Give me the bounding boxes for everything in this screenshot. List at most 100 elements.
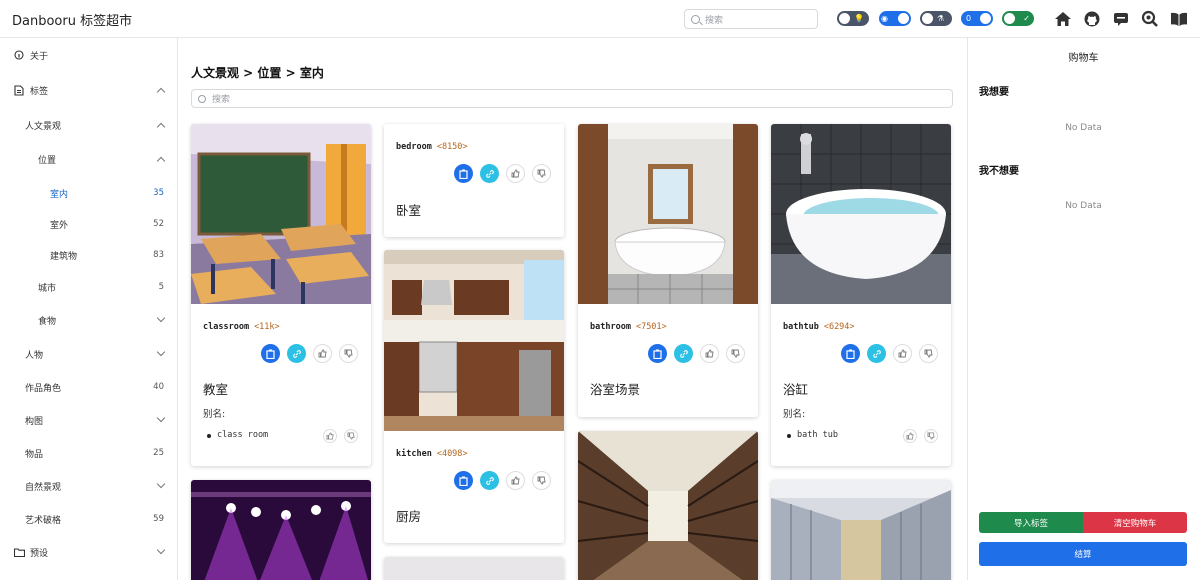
tag-search-input[interactable]: 搜索 — [191, 89, 953, 108]
sidebar-item-label: 人文景观 — [25, 121, 62, 132]
sidebar-item-outdoor[interactable]: 室外 52 — [0, 214, 178, 234]
toggle-knob — [1004, 13, 1015, 24]
chevron-down-icon — [156, 413, 166, 423]
like-button[interactable] — [506, 164, 525, 183]
sidebar-item-about[interactable]: 关于 — [0, 45, 178, 65]
lockers-image — [771, 480, 951, 580]
github-icon[interactable] — [1083, 10, 1101, 28]
tag-card-bathroom: bathroom <7501> 浴室场景 — [578, 124, 758, 417]
classroom-image — [191, 124, 371, 304]
card-actions — [454, 164, 551, 183]
alias-dislike-button[interactable] — [344, 429, 358, 443]
eye-toggle[interactable]: ◉ — [879, 11, 911, 26]
checkout-button[interactable]: 结算 — [979, 542, 1187, 566]
alias-item: class room — [206, 430, 269, 440]
sidebar-item-humanities[interactable]: 人文景观 — [0, 115, 178, 135]
thumbs-down-icon — [731, 349, 740, 358]
sidebar-item-composition[interactable]: 构图 — [0, 410, 178, 430]
thumbs-down-icon — [347, 432, 355, 440]
sidebar-item-characters[interactable]: 作品角色 40 — [0, 377, 178, 397]
bathtub-image — [771, 124, 951, 304]
dislike-button[interactable] — [532, 471, 551, 490]
tag-chinese-name: 厨房 — [396, 509, 422, 524]
chevron-up-icon — [156, 87, 166, 97]
clipboard-icon — [266, 349, 275, 359]
thumbs-up-icon — [511, 476, 520, 485]
link-button[interactable] — [480, 164, 499, 183]
sidebar-item-location[interactable]: 位置 — [0, 149, 178, 169]
tag-count: <11k> — [254, 322, 280, 332]
sidebar-item-label: 城市 — [38, 283, 57, 294]
copy-button[interactable] — [841, 344, 860, 363]
sidebar-item-people[interactable]: 人物 — [0, 344, 178, 364]
import-tags-button[interactable]: 导入标签 — [979, 512, 1083, 533]
sidebar-item-building[interactable]: 建筑物 83 — [0, 245, 178, 265]
sidebar-item-indoor[interactable]: 室内 35 — [0, 183, 178, 203]
sidebar-item-count: 5 — [158, 282, 164, 292]
like-button[interactable] — [313, 344, 332, 363]
sidebar-item-presets[interactable]: 预设 — [0, 542, 178, 562]
dislike-button[interactable] — [532, 164, 551, 183]
thumbs-down-icon — [537, 169, 546, 178]
tag-line: kitchen <4098> — [396, 449, 468, 459]
dislike-button[interactable] — [726, 344, 745, 363]
toggle-knob — [898, 13, 909, 24]
alias-dislike-button[interactable] — [924, 429, 938, 443]
copy-button[interactable] — [261, 344, 280, 363]
clear-cart-button[interactable]: 清空购物车 — [1083, 512, 1187, 533]
sidebar-item-label: 标签 — [30, 86, 49, 97]
copy-button[interactable] — [454, 164, 473, 183]
check-icon: ✓ — [1023, 14, 1030, 23]
copy-button[interactable] — [454, 471, 473, 490]
card-actions — [454, 471, 551, 490]
sidebar-item-label: 物品 — [25, 449, 44, 460]
tag-card-library — [578, 431, 758, 580]
sidebar-item-tags[interactable]: 标签 — [0, 80, 178, 100]
tag-name: bathtub — [783, 322, 819, 332]
chevron-down-icon — [156, 313, 166, 323]
sidebar-item-food[interactable]: 食物 — [0, 310, 178, 330]
dislike-button[interactable] — [339, 344, 358, 363]
sidebar-item-objects[interactable]: 物品 25 — [0, 443, 178, 463]
sidebar-item-count: 35 — [153, 188, 164, 198]
link-button[interactable] — [287, 344, 306, 363]
zoom-search-icon[interactable] — [1141, 10, 1159, 28]
chat-icon[interactable] — [1112, 10, 1130, 28]
link-button[interactable] — [674, 344, 693, 363]
link-button[interactable] — [867, 344, 886, 363]
link-icon — [292, 349, 301, 358]
link-icon — [485, 476, 494, 485]
sidebar-item-count: 83 — [153, 250, 164, 260]
like-button[interactable] — [506, 471, 525, 490]
alias-like-button[interactable] — [903, 429, 917, 443]
sidebar-item-count: 59 — [153, 514, 164, 524]
alias-like-button[interactable] — [323, 429, 337, 443]
tag-count: <7501> — [635, 322, 667, 332]
sidebar-item-label: 人物 — [25, 350, 44, 361]
sidebar-item-count: 40 — [153, 382, 164, 392]
thumbs-down-icon — [344, 349, 353, 358]
theme-toggle[interactable]: 💡 — [837, 11, 869, 26]
tag-line: bathroom <7501> — [590, 322, 667, 332]
link-button[interactable] — [480, 471, 499, 490]
home-icon[interactable] — [1054, 10, 1072, 28]
dislike-button[interactable] — [919, 344, 938, 363]
want-empty-text: No Data — [1065, 123, 1102, 133]
like-button[interactable] — [893, 344, 912, 363]
sidebar-item-art[interactable]: 艺术破格 59 — [0, 509, 178, 529]
sidebar-item-nature[interactable]: 自然景观 — [0, 476, 178, 496]
book-icon[interactable] — [1170, 10, 1188, 28]
tag-count: <8150> — [436, 142, 468, 152]
want-section-title: 我想要 — [979, 87, 1009, 98]
tag-name: bathroom — [590, 322, 631, 332]
copy-button[interactable] — [648, 344, 667, 363]
check-toggle[interactable]: ✓ — [1002, 11, 1034, 26]
top-header: Danbooru 标签超市 搜索 💡 ◉ ⚗ 0 ✓ — [0, 0, 1200, 38]
sidebar: 关于 标签 人文景观 位置 室内 35 室外 52 建筑物 83 城市 5 食物… — [0, 38, 178, 580]
like-button[interactable] — [700, 344, 719, 363]
header-search-input[interactable]: 搜索 — [684, 9, 818, 29]
nsfw-toggle[interactable]: ⚗ — [920, 11, 952, 26]
chevron-down-icon — [156, 347, 166, 357]
sidebar-item-city[interactable]: 城市 5 — [0, 277, 178, 297]
count-toggle[interactable]: 0 — [961, 11, 993, 26]
